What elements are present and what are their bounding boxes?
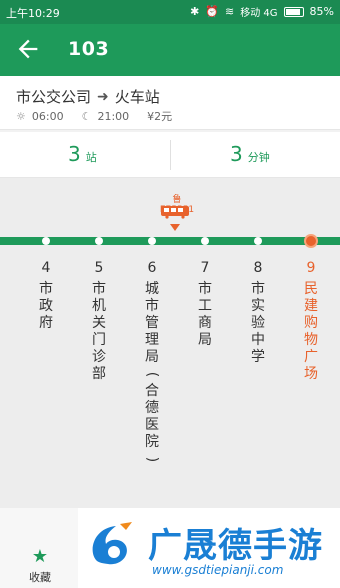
bus-position-marker xyxy=(170,224,180,231)
page-title: 103 xyxy=(68,38,110,60)
watermark-text: 广晟德手游 xyxy=(148,526,323,566)
watermark-logo-icon xyxy=(92,522,132,565)
stop-number: 6 xyxy=(147,260,157,276)
bluetooth-icon: ✱ xyxy=(190,5,200,18)
route-line-view[interactable]: 鲁E75551 4市政府5市机关门诊部6城市管理局(合德医院)7市工商局8市实验… xyxy=(0,178,340,508)
stop-name-paren: (合德医院) xyxy=(144,371,161,463)
back-arrow-icon[interactable] xyxy=(14,35,42,63)
stops-unit: 站 xyxy=(85,151,97,164)
stop-dot xyxy=(42,237,50,245)
route-info: 市公交公司 ➜ 火车站 ☼ 06:00 ☾ 21:00 ¥2元 xyxy=(0,76,340,130)
battery-icon xyxy=(283,6,304,17)
stop-name: 市政府 xyxy=(39,281,53,331)
battery-percent: 85% xyxy=(309,5,334,18)
stop-name: 市工商局 xyxy=(198,281,212,348)
minutes-remaining: 3 分钟 xyxy=(230,142,270,166)
stop-number: 9 xyxy=(306,260,316,276)
stop-number: 4 xyxy=(41,260,51,276)
watermark: 广晟德手游 www.gsdtiepianji.com xyxy=(78,508,340,588)
route-bar xyxy=(0,237,340,245)
stop-name: 民建购物广场 xyxy=(304,281,318,382)
favorite-button[interactable]: ★ 收藏 xyxy=(0,540,80,588)
route-from: 市公交公司 xyxy=(16,88,92,106)
route-to: 火车站 xyxy=(114,88,160,106)
stop-item[interactable]: 7 市工商局 xyxy=(194,260,216,349)
stop-name: 城市管理局 xyxy=(145,281,159,365)
status-bar: 上午10:29 ✱ ⏰ ≋ 移动 4G 85% xyxy=(0,0,340,24)
star-icon: ★ xyxy=(31,546,49,567)
sun-icon: ☼ xyxy=(16,109,26,123)
stops-count: 3 xyxy=(68,142,81,166)
stop-dot xyxy=(201,237,209,245)
trip-stats: 3 站 3 分钟 xyxy=(0,132,340,178)
minutes-count: 3 xyxy=(230,142,243,166)
stop-item[interactable]: 6 城市管理局 (合德医院) xyxy=(141,260,163,468)
divider xyxy=(170,140,171,170)
stop-dot xyxy=(95,237,103,245)
moon-icon: ☾ xyxy=(81,109,92,123)
stop-dot xyxy=(148,237,156,245)
alarm-icon: ⏰ xyxy=(205,5,220,18)
minutes-unit: 分钟 xyxy=(247,151,270,164)
stop-item[interactable]: 8 市实验中学 xyxy=(247,260,269,366)
stop-item[interactable]: 9 民建购物广场 xyxy=(300,260,322,383)
stop-dot xyxy=(254,237,262,245)
stop-number: 5 xyxy=(94,260,104,276)
stop-name: 市机关门诊部 xyxy=(92,281,106,382)
route-times: ☼ 06:00 ☾ 21:00 ¥2元 xyxy=(16,108,172,124)
bus-icon[interactable] xyxy=(160,205,190,219)
stop-item[interactable]: 5 市机关门诊部 xyxy=(88,260,110,383)
stop-item[interactable]: 4 市政府 xyxy=(35,260,57,332)
last-bus-time: 21:00 xyxy=(97,109,130,123)
stop-name: 市实验中学 xyxy=(251,281,265,365)
first-bus-time: 06:00 xyxy=(31,109,64,123)
app-bar: 103 xyxy=(0,24,340,76)
route-direction: 市公交公司 ➜ 火车站 xyxy=(16,86,160,107)
stop-number: 7 xyxy=(200,260,210,276)
watermark-url: www.gsdtiepianji.com xyxy=(152,563,284,577)
stop-dot xyxy=(304,234,318,248)
stops-remaining: 3 站 xyxy=(68,142,97,166)
fare: ¥2元 xyxy=(147,110,173,123)
status-icons: ✱ ⏰ ≋ 移动 4G 85% xyxy=(190,4,334,19)
network-label: 移动 4G xyxy=(240,8,278,19)
wifi-icon: ≋ xyxy=(225,5,235,18)
stop-number: 8 xyxy=(253,260,263,276)
arrow-right-icon: ➜ xyxy=(97,88,109,105)
favorite-label: 收藏 xyxy=(29,571,51,584)
status-time: 上午10:29 xyxy=(6,7,60,20)
